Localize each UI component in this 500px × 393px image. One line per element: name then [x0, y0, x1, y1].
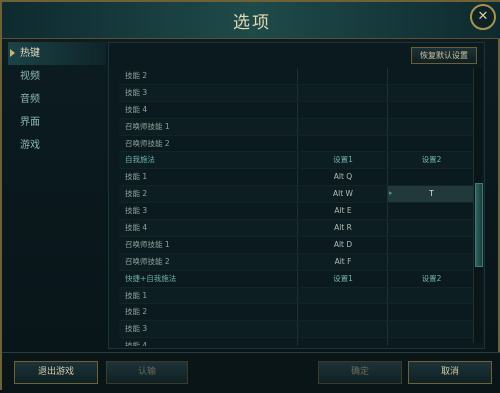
hotkey-row: 技能 3 — [119, 321, 474, 339]
exit-game-button[interactable]: 退出游戏 — [14, 361, 98, 384]
binding-slot-1[interactable]: Alt W — [297, 186, 388, 203]
hotkey-panel: 恢复默认设置 技能 2 技能 3 技能 4 召唤师技能 1 召唤师技能 2 自我施法 设置1… — [108, 42, 485, 349]
hotkey-label: 召唤师技能 2 — [125, 138, 170, 148]
binding-slot-2[interactable] — [387, 321, 474, 338]
hotkey-label: 技能 3 — [125, 324, 148, 334]
binding-slot-1[interactable] — [297, 287, 388, 304]
hotkey-row: 技能 2 Alt W T ▸ — [119, 186, 474, 204]
hotkey-label: 召唤师技能 1 — [125, 239, 170, 249]
hotkey-label: 技能 3 — [125, 87, 148, 97]
sidebar-item-label: 音频 — [20, 94, 40, 105]
binding-slot-2[interactable] — [387, 253, 474, 270]
sidebar-item-interface[interactable]: 界面 — [8, 111, 106, 134]
section-header-row: 自我施法 设置1 设置2 — [119, 152, 474, 170]
hotkey-label: 召唤师技能 2 — [125, 256, 170, 266]
binding-slot-1[interactable] — [297, 338, 388, 346]
binding-slot-2[interactable] — [387, 287, 474, 304]
hotkey-label: 自我施法 — [125, 155, 155, 165]
window-title: 选项 — [233, 13, 271, 33]
binding-slot-2[interactable] — [387, 338, 474, 346]
sidebar-item-video[interactable]: 视频 — [8, 65, 106, 88]
hotkey-row: 技能 4 Alt R — [119, 220, 474, 237]
binding-slot-1[interactable]: Alt R — [297, 220, 388, 236]
column-header-setting1: 设置1 — [297, 152, 388, 169]
options-window: 选项 ✕ 热键 视频 音频 界面 游戏 恢复默认设置 技能 2 技能 3 技能 4 召… — [0, 0, 500, 393]
binding-slot-1[interactable] — [297, 321, 388, 338]
title-bar: 选项 ✕ — [2, 2, 500, 39]
binding-slot-1[interactable] — [297, 68, 388, 84]
sidebar-item-hotkeys[interactable]: 热键 — [8, 42, 106, 65]
sidebar-item-label: 游戏 — [20, 140, 40, 151]
hotkey-row: 召唤师技能 1 Alt D — [119, 236, 474, 254]
surrender-button[interactable]: 认输 — [106, 361, 188, 384]
hotkey-list: 技能 2 技能 3 技能 4 召唤师技能 1 召唤师技能 2 自我施法 设置1 设置2 技能 1… — [119, 68, 474, 346]
binding-slot-2[interactable] — [387, 203, 474, 220]
hotkey-label: 技能 2 — [125, 307, 148, 317]
hotkey-label: 技能 2 — [125, 189, 148, 199]
binding-slot-1[interactable]: Alt D — [297, 236, 388, 253]
hotkey-row: 召唤师技能 2 — [119, 135, 474, 153]
hotkey-label: 技能 1 — [125, 290, 148, 300]
hotkey-row: 召唤师技能 1 — [119, 118, 474, 136]
hotkey-label: 快捷+自我施法 — [125, 273, 177, 283]
binding-slot-2[interactable] — [387, 304, 474, 321]
binding-slot-2[interactable] — [387, 101, 474, 118]
sidebar-item-label: 热键 — [20, 48, 40, 59]
ok-button[interactable]: 确定 — [318, 361, 402, 384]
binding-slot-1[interactable] — [297, 135, 388, 152]
binding-slot-1[interactable] — [297, 101, 388, 118]
selection-arrow-icon: ▸ — [389, 189, 393, 198]
hotkey-label: 技能 3 — [125, 206, 148, 216]
sidebar-item-game[interactable]: 游戏 — [8, 134, 106, 157]
section-header-row: 快捷+自我施法 设置1 设置2 — [119, 270, 474, 288]
hotkey-row: 技能 1 — [119, 287, 474, 305]
scrollbar[interactable] — [473, 68, 483, 343]
footer: 退出游戏 认输 确定 取消 — [2, 352, 500, 393]
hotkey-row: 技能 3 — [119, 84, 474, 102]
sidebar-item-audio[interactable]: 音频 — [8, 88, 106, 111]
restore-defaults-button[interactable]: 恢复默认设置 — [411, 47, 477, 64]
binding-slot-2[interactable] — [387, 84, 474, 101]
binding-slot-2[interactable] — [387, 68, 474, 84]
column-header-setting1: 设置1 — [297, 270, 388, 287]
hotkey-label: 技能 2 — [125, 71, 148, 80]
binding-slot-2[interactable] — [387, 220, 474, 236]
hotkey-row: 技能 2 — [119, 68, 474, 85]
sidebar-item-label: 界面 — [20, 117, 40, 128]
binding-slot-2[interactable] — [387, 169, 474, 186]
sidebar: 热键 视频 音频 界面 游戏 — [8, 42, 106, 352]
hotkey-label: 召唤师技能 1 — [125, 121, 170, 131]
cancel-button[interactable]: 取消 — [408, 361, 492, 384]
hotkey-row: 技能 1 Alt Q — [119, 169, 474, 187]
close-icon[interactable]: ✕ — [470, 4, 496, 30]
binding-slot-2[interactable] — [387, 135, 474, 152]
hotkey-label: 技能 4 — [125, 223, 148, 233]
sidebar-item-label: 视频 — [20, 71, 40, 82]
binding-slot-1[interactable] — [297, 304, 388, 321]
binding-slot-1[interactable] — [297, 84, 388, 101]
binding-slot-1[interactable]: Alt F — [297, 253, 388, 270]
binding-slot-1[interactable]: Alt E — [297, 203, 388, 220]
column-header-setting2: 设置2 — [387, 152, 474, 169]
hotkey-row: 召唤师技能 2 Alt F — [119, 253, 474, 271]
hotkey-row: 技能 3 Alt E — [119, 203, 474, 221]
hotkey-row: 技能 4 — [119, 338, 474, 346]
binding-slot-1[interactable]: Alt Q — [297, 169, 388, 186]
binding-slot-2[interactable] — [387, 118, 474, 135]
binding-slot-2[interactable] — [387, 236, 474, 253]
scrollbar-thumb[interactable] — [475, 183, 483, 267]
binding-slot-1[interactable] — [297, 118, 388, 135]
hotkey-label: 技能 1 — [125, 172, 148, 182]
hotkey-label: 技能 4 — [125, 104, 148, 114]
hotkey-row: 技能 4 — [119, 101, 474, 119]
hotkey-row: 技能 2 — [119, 304, 474, 322]
binding-slot-2[interactable]: T — [387, 186, 474, 203]
column-header-setting2: 设置2 — [387, 270, 474, 287]
hotkey-label: 技能 4 — [125, 341, 148, 346]
